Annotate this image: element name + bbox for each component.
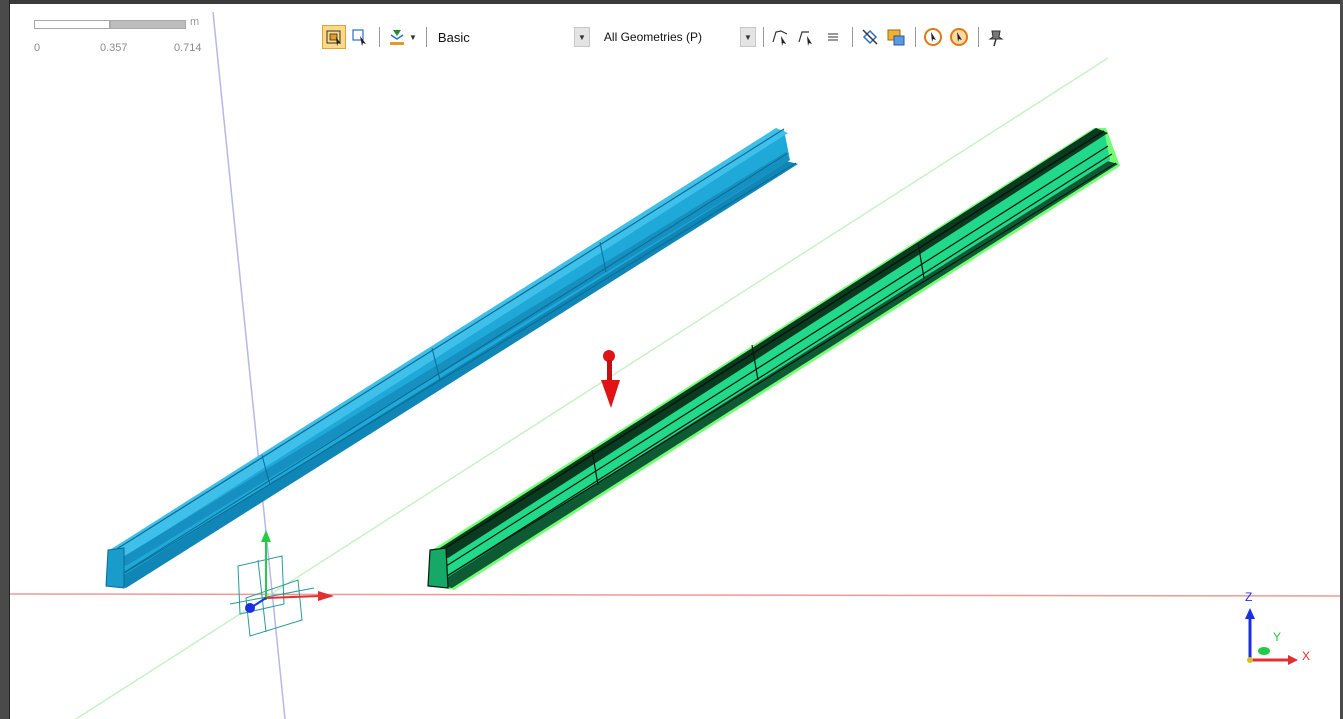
- view-mode-select[interactable]: Basic ▼: [432, 26, 592, 48]
- toolbar-separator: [977, 27, 979, 47]
- load-arrow-icon[interactable]: [601, 350, 620, 408]
- geometry-filter-value: All Geometries (P): [603, 30, 702, 44]
- select-mode-icon: [326, 30, 341, 46]
- hide-button[interactable]: [858, 25, 882, 49]
- graphics-toolbar: ▼ Basic ▼ All Geometries (P) ▼: [322, 22, 1028, 52]
- geometry-filter-select[interactable]: All Geometries (P) ▼: [598, 26, 758, 48]
- triad-indicator[interactable]: [1245, 608, 1298, 665]
- scene-graphics[interactable]: [0, 0, 1343, 719]
- view-mode-dropdown-icon[interactable]: ▼: [573, 27, 590, 47]
- cursor-orange-icon: [923, 28, 942, 46]
- green-rail-body[interactable]: [427, 128, 1120, 590]
- select-by-path-button[interactable]: [769, 25, 793, 49]
- z-axis-line: [212, 11, 286, 719]
- cursor-target-button[interactable]: [947, 25, 971, 49]
- select-by-chain-icon: [798, 31, 812, 46]
- select-type-button[interactable]: [348, 25, 372, 49]
- hide-icon: [862, 29, 878, 45]
- select-by-path-icon: [772, 30, 788, 46]
- triad-x-label: X: [1302, 649, 1311, 663]
- origin-coordinate-system[interactable]: [229, 530, 334, 637]
- toolbar-separator: [379, 27, 380, 47]
- select-type-icon: [352, 29, 366, 46]
- scale-tick-2: 0.714: [174, 42, 202, 54]
- scale-unit-label: m: [190, 16, 200, 28]
- toolbar-separator: [762, 27, 764, 47]
- toolbar-separator: [425, 27, 427, 47]
- geometry-filter-dropdown-icon[interactable]: ▼: [739, 27, 756, 47]
- view-mode-value: Basic: [437, 29, 470, 45]
- show-body-icon: [887, 29, 905, 46]
- align-icon: [827, 33, 838, 41]
- x-axis-line: [9, 593, 1341, 597]
- scale-tick-1: 0.357: [100, 42, 128, 54]
- triad-y-label: Y: [1273, 630, 1282, 644]
- select-by-chain-button[interactable]: [795, 25, 819, 49]
- toolbar-separator: [914, 27, 916, 47]
- explode-dropdown-arrow-icon[interactable]: ▼: [409, 33, 417, 42]
- triad-z-label: Z: [1245, 590, 1253, 604]
- scale-bar: m 0 0.357 0.714: [34, 16, 224, 56]
- align-button[interactable]: [821, 25, 845, 49]
- toolbar-separator: [851, 27, 853, 47]
- pushpin-icon: [988, 30, 1004, 47]
- blue-rail-body[interactable]: [105, 128, 798, 589]
- y-axis-line: [75, 57, 1109, 719]
- explode-button[interactable]: [385, 25, 409, 49]
- cursor-orange-button[interactable]: [921, 25, 945, 49]
- explode-icon: [390, 30, 404, 45]
- scale-tick-0: 0: [34, 42, 41, 54]
- show-body-button[interactable]: [884, 25, 908, 49]
- cursor-target-icon: [949, 28, 968, 46]
- pushpin-button[interactable]: [984, 25, 1008, 49]
- select-mode-button[interactable]: [322, 25, 346, 49]
- scale-bar-graphic: [34, 20, 186, 29]
